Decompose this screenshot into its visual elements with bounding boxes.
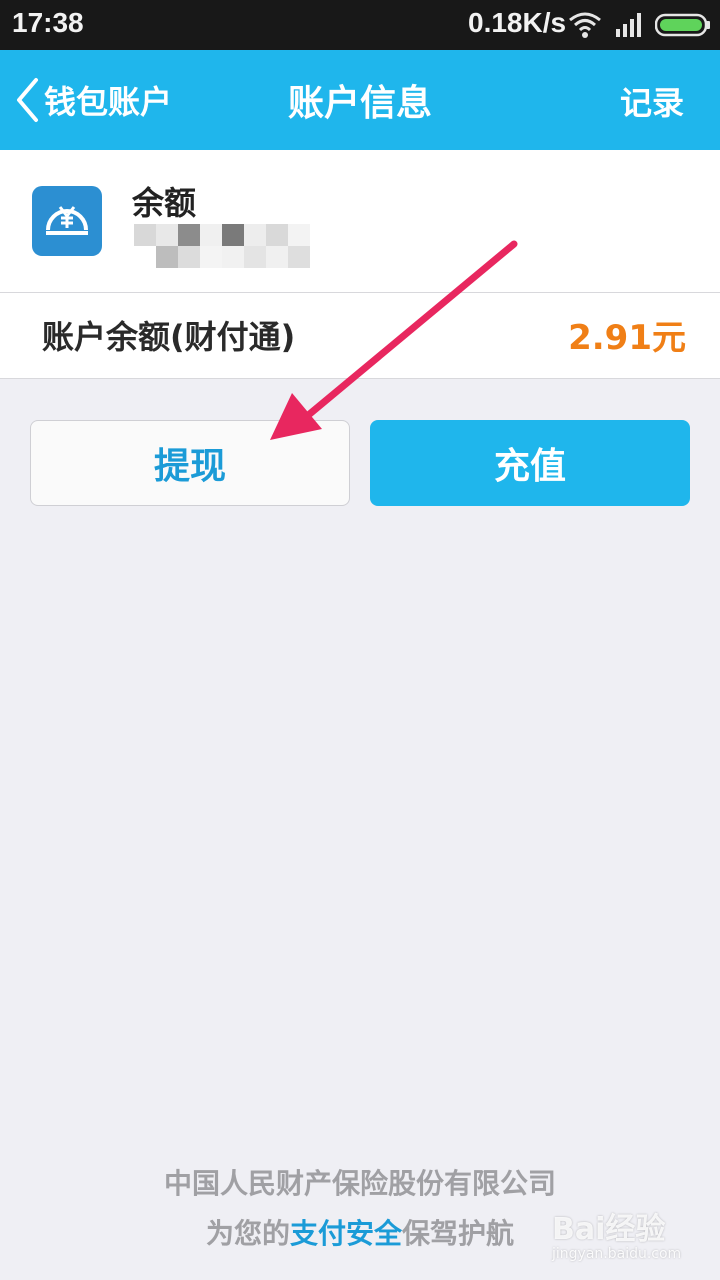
network-speed: 0.18K/s xyxy=(468,7,567,38)
insurer-text: 中国人民财产保险股份有限公司 xyxy=(163,1167,556,1200)
recharge-label: 充值 xyxy=(493,446,566,487)
account-card: 余额 账户余额(财付通) 2.91元 xyxy=(0,150,720,379)
yuan-coin-icon xyxy=(32,186,102,256)
withdraw-label: 提现 xyxy=(153,446,226,487)
balance-value: 2.91元 xyxy=(568,318,686,358)
watermark-url: jingyan.baidu.com xyxy=(552,1246,682,1262)
nav-bar: 钱包账户 账户信息 记录 xyxy=(0,50,720,150)
account-name: 余额 xyxy=(132,184,197,222)
balance-label: 账户余额(财付通) xyxy=(42,318,296,356)
battery-icon xyxy=(655,13,710,37)
status-bar: 17:38 0.18K/s xyxy=(0,0,720,50)
slogan-prefix: 为您的 xyxy=(205,1217,290,1250)
status-time: 17:38 xyxy=(12,7,84,38)
card-divider xyxy=(0,292,720,293)
baidu-jingyan-watermark: Bai经验 jingyan.baidu.com xyxy=(552,1204,681,1262)
watermark-brand: Bai经验 xyxy=(552,1212,666,1247)
page-title: 账户信息 xyxy=(287,83,432,124)
signal-icon xyxy=(616,13,641,37)
recharge-button[interactable]: 充值 xyxy=(370,420,690,506)
slogan-suffix: 保驾护航 xyxy=(402,1217,515,1250)
record-button[interactable]: 记录 xyxy=(620,78,684,124)
wifi-icon xyxy=(569,12,601,38)
masked-account-id xyxy=(134,224,314,270)
slogan-highlight: 支付安全 xyxy=(289,1217,402,1250)
withdraw-button[interactable]: 提现 xyxy=(30,420,350,506)
